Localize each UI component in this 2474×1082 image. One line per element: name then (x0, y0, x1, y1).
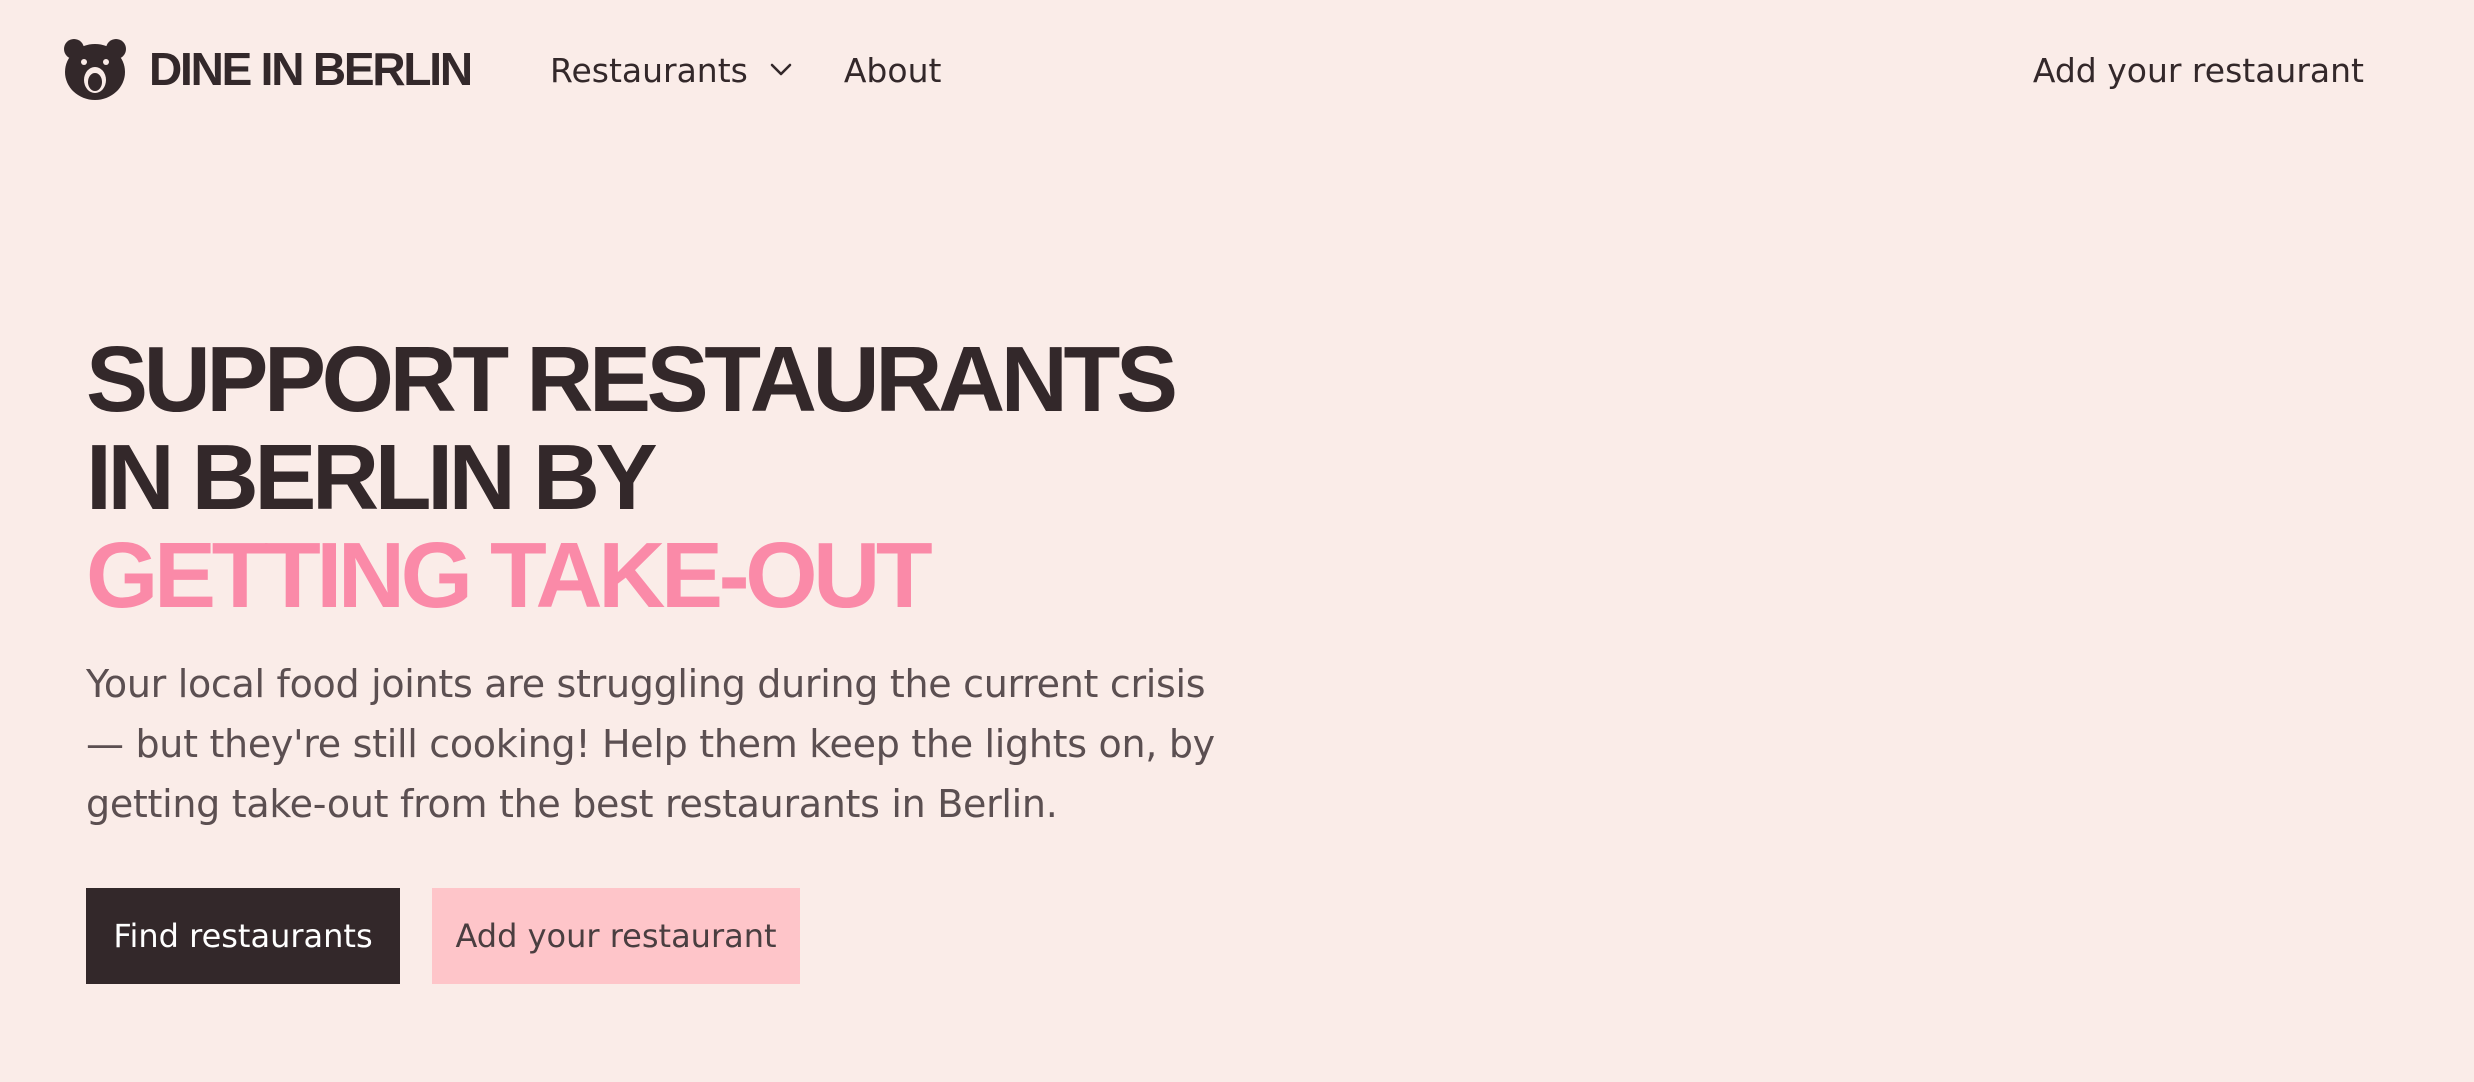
hero-section: SUPPORT RESTAURANTS IN BERLIN BY GETTING… (86, 330, 1266, 984)
header-add-restaurant-label: Add your restaurant (2032, 50, 2364, 90)
nav-restaurants-dropdown[interactable]: Restaurants (550, 51, 792, 90)
main-nav: Restaurants About (550, 44, 941, 96)
site-header: DINE IN BERLIN Restaurants About Add you… (0, 0, 2474, 142)
bear-head-icon (64, 39, 126, 100)
hero-title-line-1: SUPPORT RESTAURANTS (86, 327, 1178, 431)
nav-restaurants-label: Restaurants (550, 50, 748, 90)
add-restaurant-label: Add your restaurant (455, 917, 777, 955)
hero-title: SUPPORT RESTAURANTS IN BERLIN BY GETTING… (86, 330, 1266, 624)
brand-home-link[interactable]: DINE IN BERLIN (61, 33, 473, 105)
header-add-restaurant-link[interactable]: Add your restaurant (2033, 44, 2364, 96)
hero-title-line-2: IN BERLIN BY (86, 425, 658, 529)
find-restaurants-label: Find restaurants (113, 917, 373, 955)
hero-description: Your local food joints are struggling du… (86, 662, 1215, 826)
hero-actions: Find restaurants Add your restaurant (86, 888, 1266, 984)
chevron-down-icon (770, 63, 792, 76)
nav-about-label: About (843, 50, 942, 90)
brand-name: DINE IN BERLIN (149, 43, 473, 95)
hero-title-accent: GETTING TAKE-OUT (86, 523, 933, 627)
nav-about-link[interactable]: About (844, 51, 942, 90)
find-restaurants-button[interactable]: Find restaurants (86, 888, 400, 984)
add-restaurant-button[interactable]: Add your restaurant (432, 888, 800, 984)
